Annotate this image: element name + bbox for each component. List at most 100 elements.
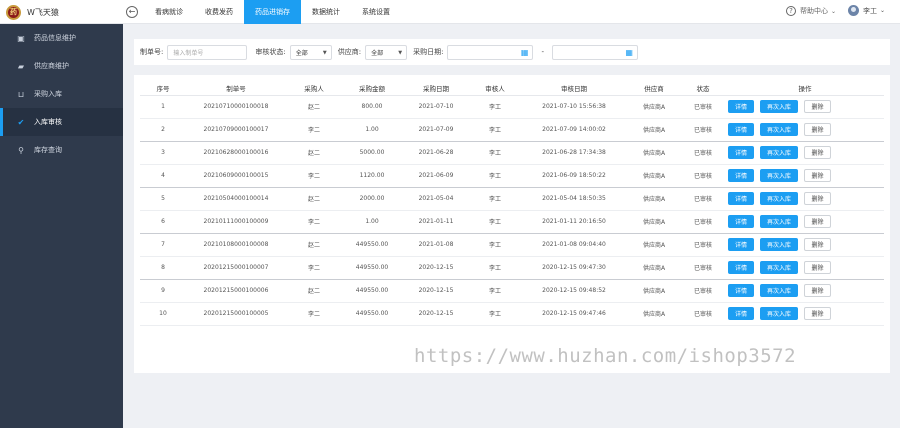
nav-tab-settings[interactable]: 系统设置 xyxy=(351,0,401,24)
cell-auditor: 李工 xyxy=(470,187,520,211)
table-row: 7 20210108000100008 赵二 449550.00 2021-01-08 李… xyxy=(140,233,884,257)
audit-table-card: 序号 制单号 采购人 采购金额 采购日期 审核人 审核日期 供应商 状态 操作 … xyxy=(134,75,890,373)
reinbound-button[interactable]: 再次入库 xyxy=(760,238,798,251)
cell-audit-date: 2020-12-15 09:47:46 xyxy=(520,302,628,326)
reinbound-button[interactable]: 再次入库 xyxy=(760,215,798,228)
cell-actions: 详情 再次入库 删除 xyxy=(726,118,884,142)
sidebar-item-purchase[interactable]: ⊔ 采购入库 xyxy=(0,80,123,108)
cell-order: 20210609000100015 xyxy=(186,164,286,188)
detail-button[interactable]: 详情 xyxy=(728,307,754,320)
table-row: 5 20210504000100014 赵二 2000.00 2021-05-04 李工 2… xyxy=(140,187,884,211)
cell-status: 已审核 xyxy=(680,95,726,119)
delete-button[interactable]: 删除 xyxy=(804,146,831,159)
cell-order: 20210628000100016 xyxy=(186,141,286,165)
cell-amount: 2000.00 xyxy=(342,187,402,211)
reinbound-button[interactable]: 再次入库 xyxy=(760,261,798,274)
reinbound-button[interactable]: 再次入库 xyxy=(760,192,798,205)
cell-audit-date: 2021-06-28 17:34:38 xyxy=(520,141,628,165)
reinbound-button[interactable]: 再次入库 xyxy=(760,169,798,182)
delete-button[interactable]: 删除 xyxy=(804,100,831,113)
cell-order: 20210710000100018 xyxy=(186,95,286,119)
detail-button[interactable]: 详情 xyxy=(728,261,754,274)
detail-button[interactable]: 详情 xyxy=(728,238,754,251)
nav-tab-statistics[interactable]: 数据统计 xyxy=(301,0,351,24)
cell-supplier: 供应商A xyxy=(628,141,680,165)
start-date-input[interactable]: ▦ xyxy=(447,44,534,60)
audit-table: 序号 制单号 采购人 采购金额 采购日期 审核人 审核日期 供应商 状态 操作 … xyxy=(140,81,884,326)
cell-amount: 1120.00 xyxy=(342,164,402,188)
delete-button[interactable]: 删除 xyxy=(804,261,831,274)
nav-tab-charge[interactable]: 收费发药 xyxy=(194,0,244,24)
detail-button[interactable]: 详情 xyxy=(728,215,754,228)
reinbound-button[interactable]: 再次入库 xyxy=(760,123,798,136)
reinbound-button[interactable]: 再次入库 xyxy=(760,307,798,320)
status-select[interactable]: 全部 ▼ xyxy=(289,44,332,60)
cell-status: 已审核 xyxy=(680,187,726,211)
cell-order: 20210709000100017 xyxy=(186,118,286,142)
supplier-select[interactable]: 全部 ▼ xyxy=(365,44,408,60)
delete-button[interactable]: 删除 xyxy=(804,284,831,297)
table-row: 8 20201215000100007 李二 449550.00 2020-12-15 李… xyxy=(140,256,884,280)
cell-supplier: 供应商A xyxy=(628,118,680,142)
sidebar-item-stock[interactable]: ⚲ 库存查询 xyxy=(0,136,123,164)
delete-button[interactable]: 删除 xyxy=(804,123,831,136)
avatar xyxy=(848,5,859,16)
delete-button[interactable]: 删除 xyxy=(804,192,831,205)
cell-auditor: 李工 xyxy=(470,210,520,234)
cell-buyer: 赵二 xyxy=(286,279,342,303)
cell-actions: 详情 再次入库 删除 xyxy=(726,256,884,280)
detail-button[interactable]: 详情 xyxy=(728,100,754,113)
cell-actions: 详情 再次入库 删除 xyxy=(726,164,884,188)
cell-supplier: 供应商A xyxy=(628,256,680,280)
sidebar-item-drug-info[interactable]: ▣ 药品信息维护 xyxy=(0,24,123,52)
cell-amount: 449550.00 xyxy=(342,256,402,280)
detail-button[interactable]: 详情 xyxy=(728,146,754,159)
col-order: 制单号 xyxy=(186,81,286,96)
sidebar-item-supplier[interactable]: ▰ 供应商维护 xyxy=(0,52,123,80)
detail-button[interactable]: 详情 xyxy=(728,123,754,136)
supplier-select-value: 全部 xyxy=(371,49,384,57)
order-no-input[interactable]: 输入制单号 xyxy=(167,44,248,60)
back-arrow-icon[interactable]: ← xyxy=(126,6,138,18)
cell-actions: 详情 再次入库 删除 xyxy=(726,279,884,303)
delete-button[interactable]: 删除 xyxy=(804,238,831,251)
cell-audit-date: 2021-01-11 20:16:50 xyxy=(520,210,628,234)
sidebar-item-label: 采购入库 xyxy=(34,90,62,98)
reinbound-button[interactable]: 再次入库 xyxy=(760,100,798,113)
table-header: 序号 制单号 采购人 采购金额 采购日期 审核人 审核日期 供应商 状态 操作 xyxy=(140,81,884,96)
user-menu[interactable]: 李工 ⌄ xyxy=(848,5,885,16)
cell-status: 已审核 xyxy=(680,210,726,234)
cell-supplier: 供应商A xyxy=(628,210,680,234)
delete-button[interactable]: 删除 xyxy=(804,169,831,182)
date-separator: - xyxy=(541,48,544,56)
cell-amount: 449550.00 xyxy=(342,279,402,303)
reinbound-button[interactable]: 再次入库 xyxy=(760,284,798,297)
cell-status: 已审核 xyxy=(680,233,726,257)
sidebar-item-audit[interactable]: ✔ 入库审核 xyxy=(0,108,123,136)
cell-auditor: 李工 xyxy=(470,302,520,326)
help-center[interactable]: ? 帮助中心 ⌄ xyxy=(786,6,836,16)
logo-text: W飞天猿 xyxy=(27,7,59,17)
cell-status: 已审核 xyxy=(680,141,726,165)
delete-button[interactable]: 删除 xyxy=(804,215,831,228)
nav-tab-inventory[interactable]: 药品进销存 xyxy=(244,0,301,24)
cell-amount: 800.00 xyxy=(342,95,402,119)
filter-bar: 制单号: 输入制单号 审核状态: 全部 ▼ 供应商: 全部 ▼ 采购日期: ▦ … xyxy=(134,39,890,65)
reinbound-button[interactable]: 再次入库 xyxy=(760,146,798,159)
detail-button[interactable]: 详情 xyxy=(728,284,754,297)
col-date: 采购日期 xyxy=(402,81,470,96)
cell-status: 已审核 xyxy=(680,256,726,280)
cell-no: 8 xyxy=(140,256,186,280)
nav-tab-diagnosis[interactable]: 看病就诊 xyxy=(144,0,194,24)
cell-buyer: 李二 xyxy=(286,164,342,188)
cell-amount: 449550.00 xyxy=(342,233,402,257)
detail-button[interactable]: 详情 xyxy=(728,169,754,182)
detail-button[interactable]: 详情 xyxy=(728,192,754,205)
delete-button[interactable]: 删除 xyxy=(804,307,831,320)
watermark: https://www.huzhan.com/ishop3572 xyxy=(414,345,797,367)
top-bar: 药 W飞天猿 ← 看病就诊 收费发药 药品进销存 数据统计 系统设置 ? 帮助中… xyxy=(0,0,900,24)
cell-amount: 5000.00 xyxy=(342,141,402,165)
end-date-input[interactable]: ▦ xyxy=(551,44,638,60)
cell-supplier: 供应商A xyxy=(628,95,680,119)
cell-order: 20210504000100014 xyxy=(186,187,286,211)
